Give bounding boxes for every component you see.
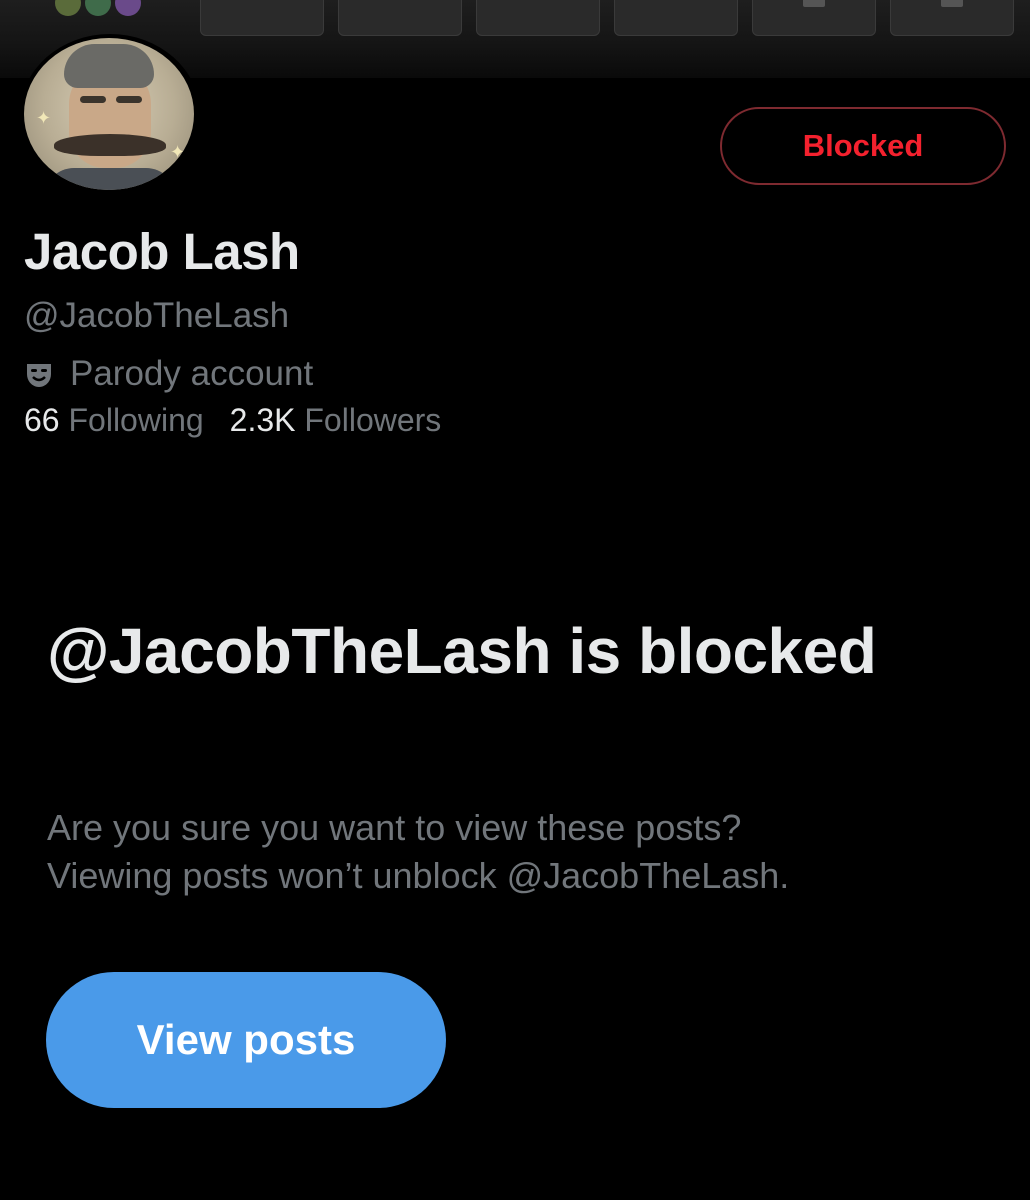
parody-label-text: Parody account bbox=[70, 354, 314, 393]
avatar-image: ✦ ✦ bbox=[24, 38, 194, 190]
banner-decoration bbox=[55, 0, 141, 16]
blocked-notice-line-1: Are you sure you want to view these post… bbox=[47, 807, 742, 848]
blocked-notice-title: @JacobTheLash is blocked bbox=[47, 615, 877, 687]
profile-name: Jacob Lash bbox=[24, 223, 300, 280]
profile-handle: @JacobTheLash bbox=[24, 296, 290, 335]
parody-label: Parody account bbox=[24, 354, 313, 394]
followers-label: Followers bbox=[304, 402, 442, 438]
banner-image bbox=[200, 0, 1014, 36]
blocked-notice-description: Are you sure you want to view these post… bbox=[47, 804, 1007, 900]
follow-stats: 66 Following 2.3K Followers bbox=[24, 402, 441, 439]
followers-count: 2.3K bbox=[229, 402, 296, 438]
view-posts-button[interactable]: View posts bbox=[46, 972, 446, 1108]
theater-mask-icon bbox=[24, 359, 56, 389]
followers-link[interactable]: 2.3K Followers bbox=[230, 402, 442, 438]
following-label: Following bbox=[68, 402, 204, 438]
avatar[interactable]: ✦ ✦ bbox=[20, 34, 200, 194]
blocked-button[interactable]: Blocked bbox=[720, 107, 1006, 185]
following-count: 66 bbox=[24, 402, 60, 438]
following-link[interactable]: 66 Following bbox=[24, 402, 204, 438]
blocked-notice-line-2: Viewing posts won’t unblock @JacobTheLas… bbox=[47, 855, 790, 896]
